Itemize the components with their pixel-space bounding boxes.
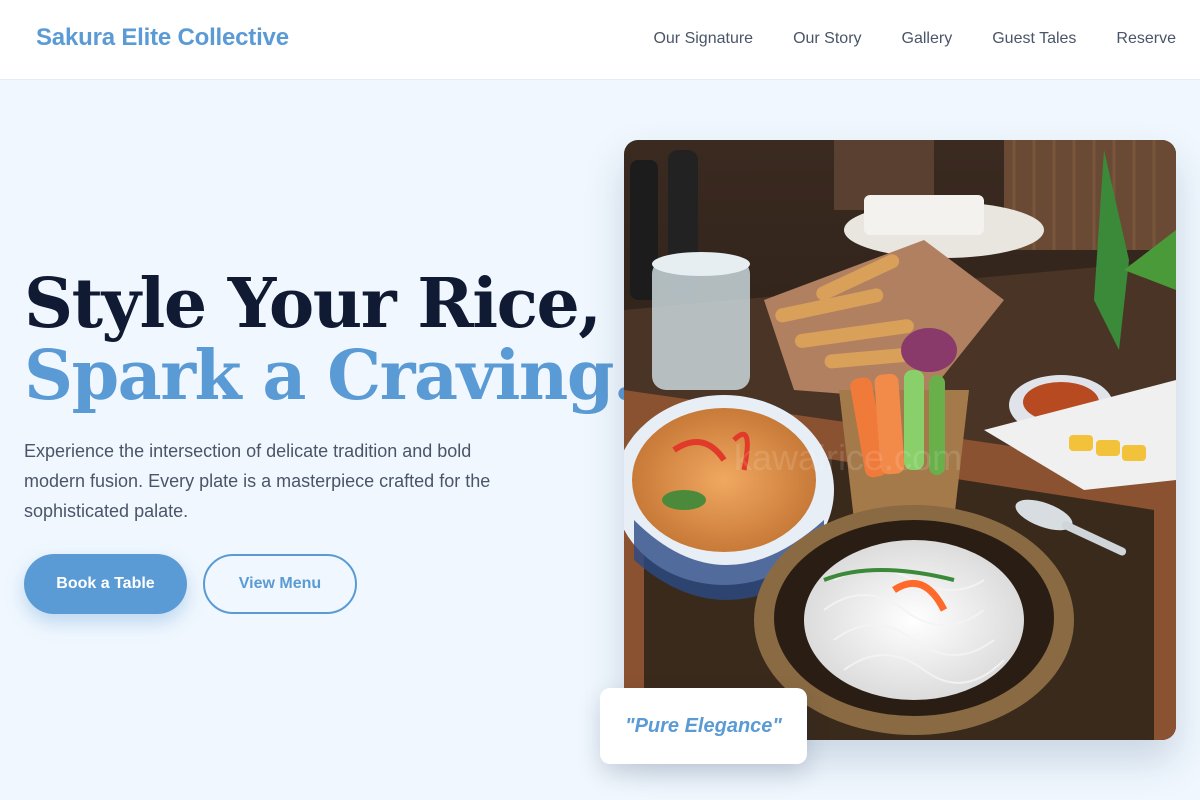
hero-description: Experience the intersection of delicate …: [24, 441, 491, 521]
nav-our-signature[interactable]: Our Signature: [653, 30, 753, 48]
nav-guest-tales[interactable]: Guest Tales: [992, 30, 1076, 48]
pure-elegance-badge: "Pure Elegance": [600, 688, 807, 764]
brand-logo[interactable]: Sakura Elite Collective: [36, 24, 289, 52]
headline-line-2: Spark a Craving.: [24, 336, 637, 416]
book-table-button[interactable]: Book a Table: [24, 554, 187, 614]
main-nav: Our Signature Our Story Gallery Guest Ta…: [653, 30, 1176, 48]
hero-headline: Style Your Rice, Spark a Craving.: [24, 264, 637, 416]
hero-food-image: kawairice.com: [624, 140, 1176, 740]
view-menu-button[interactable]: View Menu: [203, 554, 357, 614]
image-watermark: kawairice.com: [734, 437, 962, 478]
nav-gallery[interactable]: Gallery: [902, 30, 953, 48]
nav-our-story[interactable]: Our Story: [793, 30, 861, 48]
headline-line-1: Style Your Rice,: [24, 264, 602, 344]
food-photo-illustration: kawairice.com: [624, 140, 1176, 740]
nav-reserve[interactable]: Reserve: [1116, 30, 1176, 48]
badge-text: "Pure Elegance": [625, 714, 782, 737]
top-navbar: Sakura Elite Collective Our Signature Ou…: [0, 0, 1200, 80]
